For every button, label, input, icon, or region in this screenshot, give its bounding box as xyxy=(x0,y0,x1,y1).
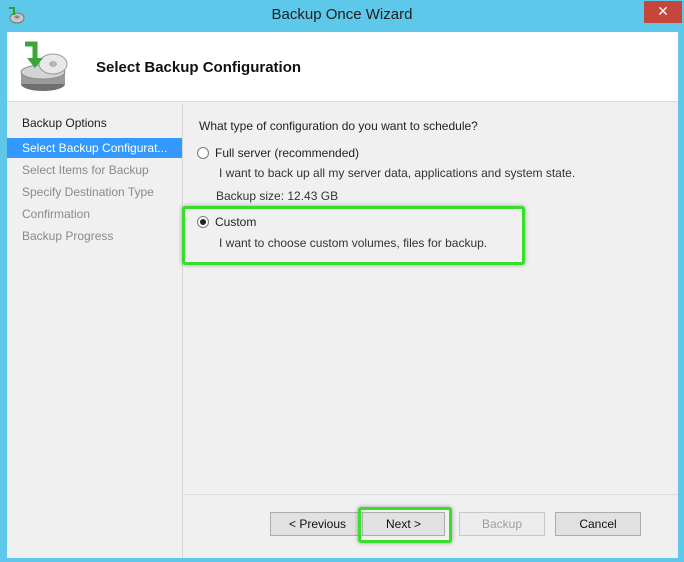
full-server-label[interactable]: Full server (recommended) xyxy=(215,146,359,160)
backup-button[interactable]: Backup xyxy=(459,512,545,536)
page-title: Select Backup Configuration xyxy=(96,59,302,76)
next-button-highlight xyxy=(358,507,452,543)
title-bar[interactable]: Backup Once Wizard ✕ xyxy=(0,0,684,32)
footer-separator xyxy=(184,494,678,495)
step-select-items-for-backup: Select Items for Backup xyxy=(22,163,149,177)
custom-option-highlight xyxy=(182,206,525,265)
cancel-button[interactable]: Cancel xyxy=(555,512,641,536)
step-select-backup-configuration[interactable]: Select Backup Configurat... xyxy=(7,138,182,158)
close-icon: ✕ xyxy=(657,4,669,20)
backup-size-text: Backup size: 12.43 GB xyxy=(216,189,339,203)
step-confirmation: Confirmation xyxy=(22,207,91,221)
step-backup-progress: Backup Progress xyxy=(22,229,114,243)
wizard-header: Select Backup Configuration xyxy=(7,32,678,102)
full-server-radio[interactable] xyxy=(197,147,209,159)
window-title: Backup Once Wizard xyxy=(271,6,413,23)
main-content: What type of configuration do you want t… xyxy=(184,103,678,493)
close-button[interactable]: ✕ xyxy=(644,1,682,23)
previous-button[interactable]: < Previous xyxy=(270,512,365,536)
backup-drive-icon xyxy=(20,41,68,91)
wizard-client-area: Select Backup Configuration Backup Optio… xyxy=(7,32,678,558)
full-server-description: I want to back up all my server data, ap… xyxy=(219,166,576,180)
step-specify-destination-type: Specify Destination Type xyxy=(22,185,154,199)
configuration-question: What type of configuration do you want t… xyxy=(199,119,478,133)
wizard-steps-nav: Backup Options Select Backup Configurat.… xyxy=(7,103,183,558)
step-backup-options[interactable]: Backup Options xyxy=(22,113,182,133)
